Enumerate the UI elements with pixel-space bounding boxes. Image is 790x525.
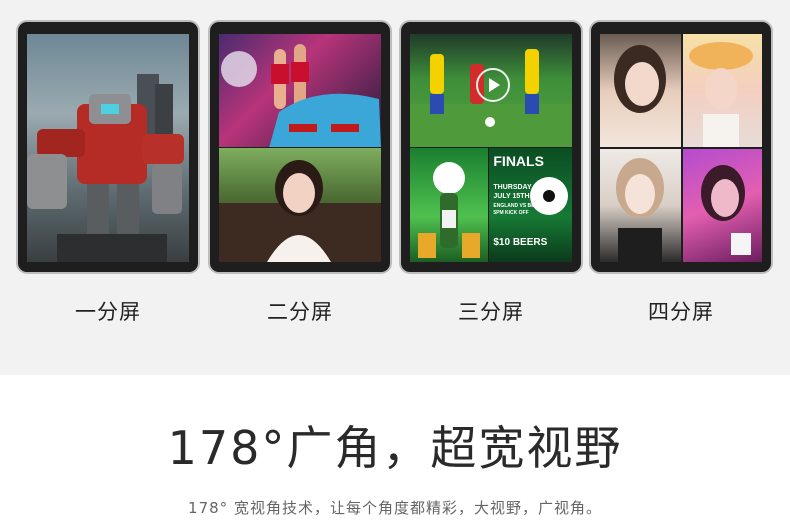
split-divider [600, 147, 762, 149]
robot-illustration [27, 74, 184, 262]
play-icon [489, 78, 500, 92]
subline: 178° 宽视角技术，让每个角度都精彩，大视野，广视角。 [188, 499, 602, 517]
robot-image [27, 34, 189, 262]
portrait-image [219, 148, 381, 262]
portrait-image [600, 34, 681, 148]
monitor-screen [27, 34, 189, 262]
poster-match: ENGLAND VS BELGIUM [493, 203, 551, 209]
finals-poster: FINALS THURSDAY JULY 15TH ENGLAND VS BEL… [489, 148, 572, 262]
monitor-label-three: 三分屏 [458, 300, 524, 324]
monitor-screen [600, 34, 762, 262]
poster-date: JULY 15TH [493, 193, 530, 200]
play-button[interactable] [476, 68, 510, 102]
monitor-label-two: 二分屏 [267, 300, 333, 324]
monitor-two-split [210, 22, 390, 272]
portrait-image [600, 148, 681, 262]
monitor-one-split [18, 22, 198, 272]
poster-kickoff: 5PM KICK OFF [493, 210, 529, 216]
beer-ad-image [410, 148, 488, 262]
poster-price: $10 BEERS [493, 237, 548, 248]
headline: 178°广角，超宽视野 [167, 421, 623, 475]
monitor-screen: FINALS THURSDAY JULY 15TH ENGLAND VS BEL… [410, 34, 572, 262]
monitor-screen [219, 34, 381, 262]
monitor-three-split: FINALS THURSDAY JULY 15TH ENGLAND VS BEL… [401, 22, 581, 272]
portrait-image [681, 34, 762, 148]
monitor-label-four: 四分屏 [648, 300, 714, 324]
poster-day: THURSDAY [493, 184, 532, 191]
portrait-image [681, 148, 762, 262]
monitor-label-one: 一分屏 [75, 300, 141, 324]
monitor-four-split [591, 22, 771, 272]
car-show-image [219, 34, 381, 148]
